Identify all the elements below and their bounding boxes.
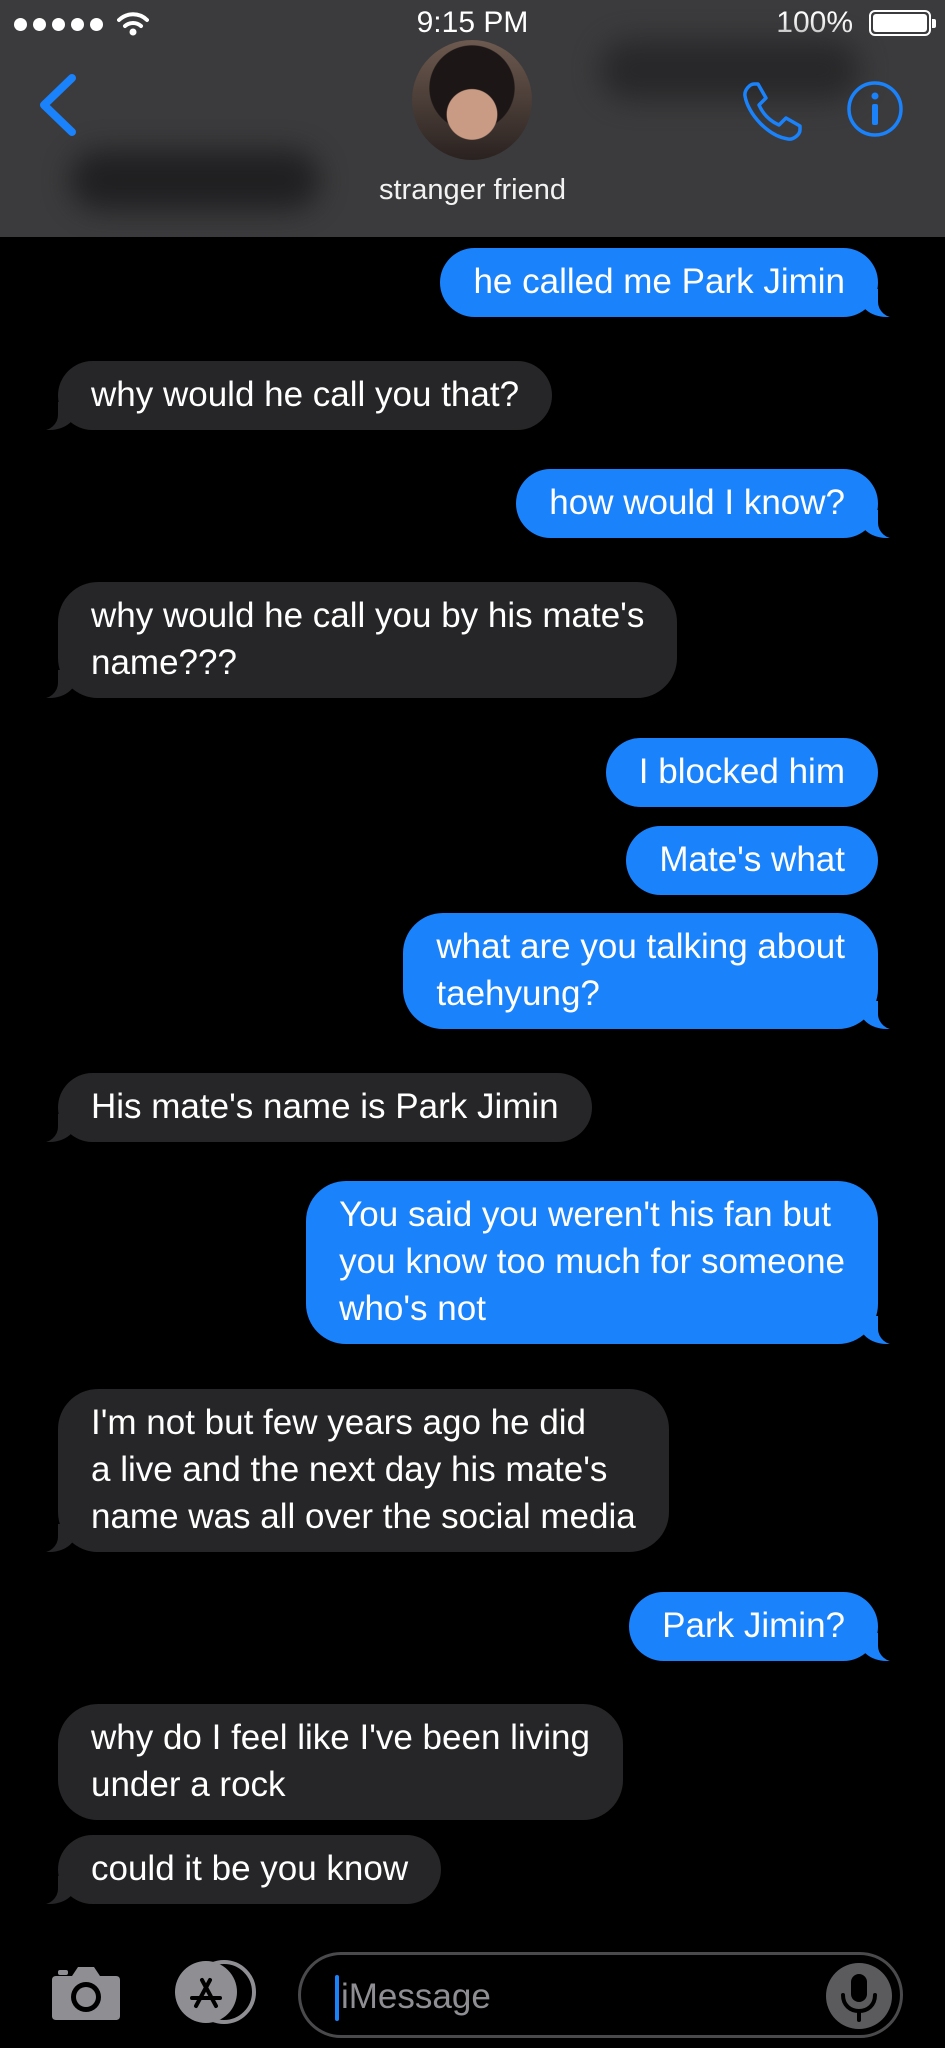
outgoing-message[interactable]: I blocked him: [605, 738, 878, 807]
back-chevron-icon[interactable]: [34, 72, 80, 138]
camera-icon[interactable]: [50, 1962, 122, 2022]
contact-name[interactable]: stranger friend: [0, 174, 945, 207]
contact-avatar[interactable]: [412, 40, 532, 160]
blurred-region: [600, 40, 860, 100]
text-cursor: [335, 1975, 339, 2021]
conversation-header: 9:15 PM 100% stranger friend: [0, 0, 945, 237]
outgoing-message[interactable]: how would I know?: [516, 469, 904, 539]
incoming-message[interactable]: why would he call you by his mate's name…: [31, 582, 678, 699]
message-input[interactable]: iMessage: [298, 1952, 903, 2038]
phone-icon[interactable]: [740, 80, 804, 144]
incoming-message[interactable]: His mate's name is Park Jimin: [32, 1073, 592, 1143]
outgoing-message[interactable]: Park Jimin?: [629, 1592, 904, 1662]
outgoing-message[interactable]: You said you weren't his fan but you kno…: [306, 1181, 904, 1345]
microphone-icon[interactable]: [826, 1963, 892, 2029]
outgoing-message[interactable]: he called me Park Jimin: [440, 248, 904, 318]
app-store-icon[interactable]: [174, 1960, 258, 2024]
message-placeholder: iMessage: [341, 1977, 491, 2016]
incoming-message[interactable]: why would he call you that?: [31, 361, 553, 431]
incoming-message[interactable]: why do I feel like I've been living unde…: [58, 1704, 623, 1820]
incoming-message[interactable]: I'm not but few years ago he did a live …: [32, 1389, 669, 1553]
outgoing-message[interactable]: Mate's what: [626, 826, 878, 895]
info-icon[interactable]: [846, 80, 904, 138]
incoming-message[interactable]: could it be you know: [31, 1835, 442, 1905]
outgoing-message[interactable]: what are you talking about taehyung?: [403, 913, 904, 1030]
battery-icon: [869, 10, 936, 36]
